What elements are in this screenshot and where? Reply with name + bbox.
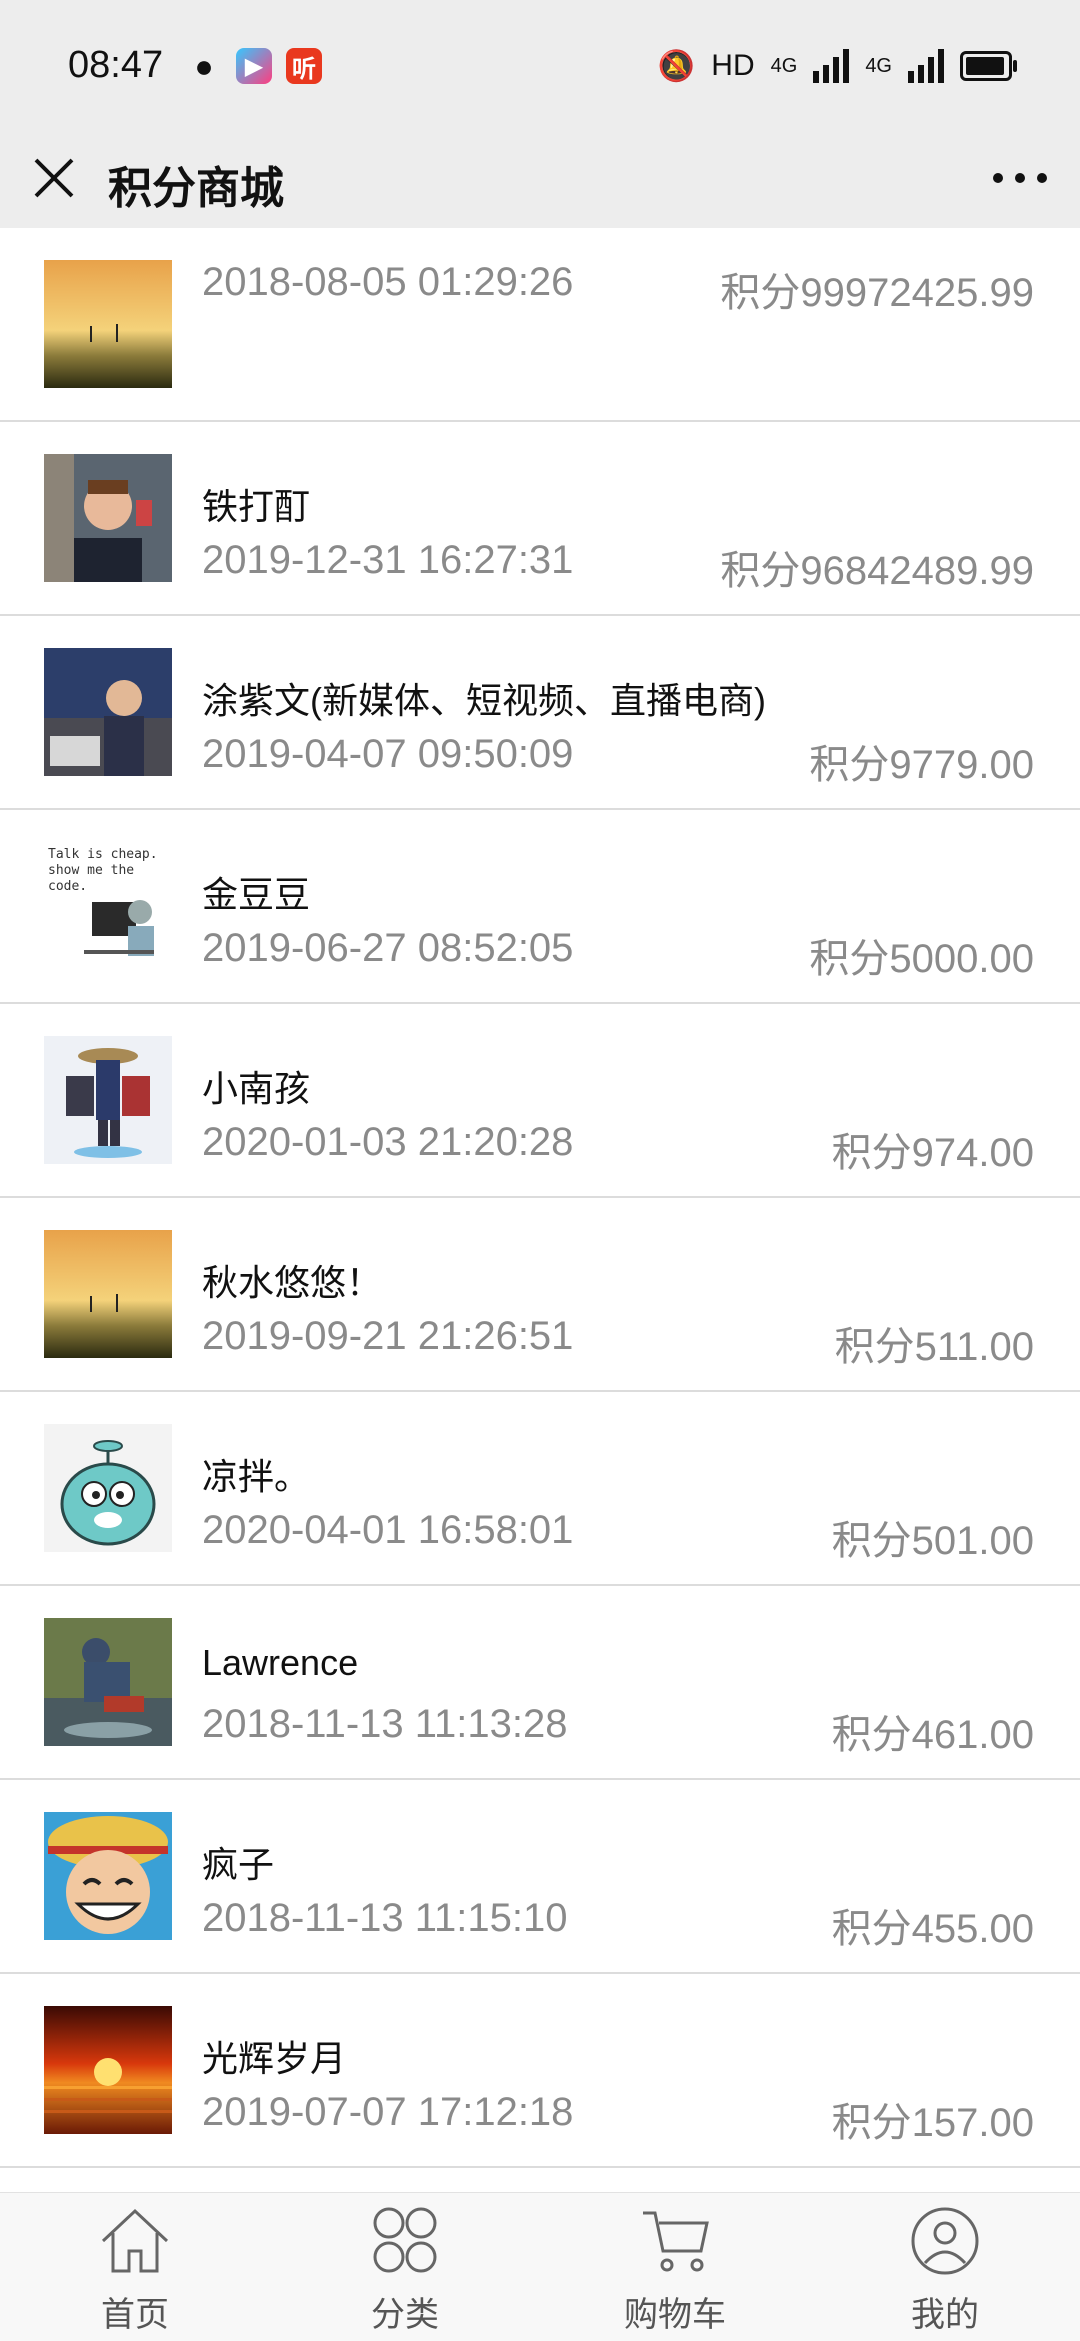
- battery-icon: [960, 51, 1017, 81]
- more-button[interactable]: [986, 148, 1054, 208]
- row-name: 凉拌。: [202, 1456, 311, 1497]
- row-name: 光辉岁月: [202, 2038, 347, 2079]
- avatar-caption-1: Talk is cheap.: [48, 847, 158, 862]
- row-points: 积分461.00: [831, 1713, 1034, 1757]
- row-date: 2020-01-03 21:20:28: [202, 1120, 574, 1164]
- avatar-caption-3: code.: [48, 879, 87, 894]
- avatar: [44, 1036, 172, 1164]
- list-item[interactable]: Talk is cheap. show me the code. 金豆豆 2019-…: [0, 810, 1080, 1004]
- row-name: 涂紫文(新媒体、短视频、直播电商): [202, 680, 766, 721]
- tab-home[interactable]: 首页: [0, 2205, 270, 2335]
- list-item[interactable]: Lawrence 2018-11-13 11:13:28 积分461.00: [0, 1586, 1080, 1780]
- row-name: 疯子: [202, 1844, 275, 1885]
- list-item[interactable]: 小南孩 2020-01-03 21:20:28 积分974.00: [0, 1004, 1080, 1198]
- hd-label: HD: [711, 49, 755, 82]
- row-name: 金豆豆: [202, 874, 311, 915]
- wechat-icon: ●: [194, 47, 214, 84]
- row-points: 积分99972425.99: [720, 271, 1034, 315]
- avatar: [44, 2006, 172, 2134]
- row-points: 积分9779.00: [809, 743, 1034, 787]
- row-name: 小南孩: [202, 1068, 311, 1109]
- vibrate-icon: 🔕: [657, 49, 696, 83]
- close-icon: [34, 158, 74, 198]
- row-date: 2019-07-07 17:12:18: [202, 2090, 574, 2134]
- avatar-caption-2: show me the: [48, 863, 134, 878]
- row-date: 2018-11-13 11:13:28: [202, 1702, 568, 1746]
- row-date: 2018-08-05 01:29:26: [202, 260, 574, 304]
- avatar: [44, 260, 172, 388]
- tab-label: 我的: [911, 2296, 979, 2334]
- row-points: 积分974.00: [831, 1131, 1034, 1175]
- row-name: Lawrence: [202, 1642, 359, 1683]
- row-date: 2018-11-13 11:15:10: [202, 1896, 568, 1940]
- nav-bar: 积分商城: [0, 130, 1080, 229]
- tab-bar: 首页 分类 购物车 我的: [0, 2192, 1080, 2341]
- video-app-icon: ▶: [236, 48, 272, 84]
- list-item[interactable]: 铁打酊 2019-12-31 16:27:31 积分96842489.99: [0, 422, 1080, 616]
- tab-category[interactable]: 分类: [270, 2205, 540, 2335]
- avatar: [44, 1618, 172, 1746]
- battery-level: [966, 57, 1004, 75]
- signal-1-icon: [813, 49, 850, 83]
- avatar: [44, 1812, 172, 1940]
- signal-1-label: 4G: [770, 54, 798, 77]
- list-item[interactable]: [0, 2168, 1080, 2192]
- tab-label: 分类: [371, 2296, 439, 2334]
- row-points: 积分96842489.99: [720, 549, 1034, 593]
- signal-2-icon: [908, 49, 944, 83]
- tab-label: 购物车: [624, 2296, 726, 2334]
- row-points: 积分501.00: [831, 1519, 1034, 1563]
- more-icon: [993, 173, 1047, 183]
- row-date: 2019-12-31 16:27:31: [202, 538, 574, 582]
- row-points: 积分511.00: [834, 1325, 1034, 1369]
- signal-2-label: 4G: [865, 54, 892, 77]
- row-points: 积分455.00: [831, 1907, 1034, 1951]
- row-date: 2019-06-27 08:52:05: [202, 926, 574, 970]
- status-time: 08:47: [68, 44, 164, 86]
- avatar: [44, 1230, 172, 1358]
- row-name: 秋水悠悠！: [202, 1262, 383, 1303]
- row-points: 积分157.00: [831, 2101, 1034, 2145]
- avatar: [44, 454, 172, 582]
- avatar: Talk is cheap. show me the code.: [44, 842, 172, 970]
- status-app-icons: ● ▶ 听: [186, 46, 322, 86]
- cart-icon: [643, 2211, 709, 2272]
- avatar: [44, 1424, 172, 1552]
- list-item[interactable]: 涂紫文(新媒体、短视频、直播电商) 2019-04-07 09:50:09 积分…: [0, 616, 1080, 810]
- points-ranking-list[interactable]: 2018-08-05 01:29:26 积分99972425.99 铁打酊 20…: [0, 228, 1080, 2192]
- profile-icon: [911, 2207, 979, 2275]
- status-bar: 08:47 ● ▶ 听 🔕 HD 4G 4G: [0, 0, 1080, 130]
- row-name: 铁打酊: [202, 486, 311, 527]
- home-icon: [101, 2208, 169, 2273]
- close-button[interactable]: [26, 150, 82, 206]
- list-item[interactable]: 疯子 2018-11-13 11:15:10 积分455.00: [0, 1780, 1080, 1974]
- row-date: 2020-04-01 16:58:01: [202, 1508, 574, 1552]
- list-item[interactable]: 2018-08-05 01:29:26 积分99972425.99: [0, 228, 1080, 422]
- row-date: 2019-09-21 21:26:51: [202, 1314, 574, 1358]
- tab-label: 首页: [101, 2296, 169, 2334]
- tab-profile[interactable]: 我的: [810, 2205, 1080, 2335]
- listen-app-icon: 听: [286, 48, 322, 84]
- status-indicators: 🔕 HD 4G 4G: [657, 44, 1017, 88]
- list-item[interactable]: 秋水悠悠！ 2019-09-21 21:26:51 积分511.00: [0, 1198, 1080, 1392]
- list-item[interactable]: 光辉岁月 2019-07-07 17:12:18 积分157.00: [0, 1974, 1080, 2168]
- avatar: [44, 648, 172, 776]
- category-icon: [373, 2207, 437, 2273]
- page-title: 积分商城: [108, 164, 284, 213]
- row-date: 2019-04-07 09:50:09: [202, 732, 574, 776]
- tab-cart[interactable]: 购物车: [540, 2205, 810, 2335]
- row-points: 积分5000.00: [809, 937, 1034, 981]
- list-item[interactable]: 凉拌。 2020-04-01 16:58:01 积分501.00: [0, 1392, 1080, 1586]
